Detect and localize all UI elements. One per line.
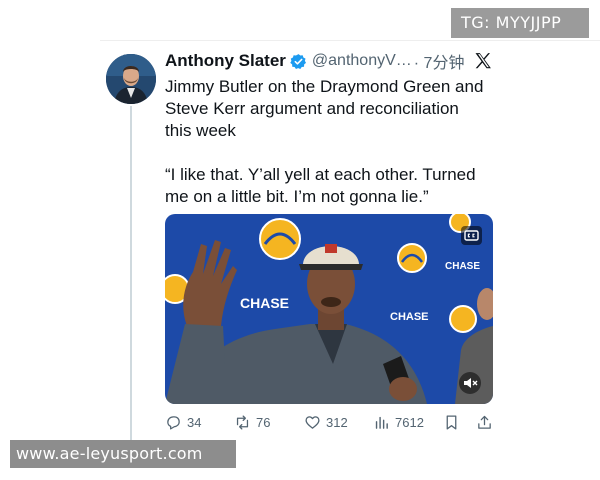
views-count: 7612 <box>395 414 424 430</box>
views-button[interactable]: 7612 <box>373 412 424 432</box>
backdrop-sponsor-text: CHASE <box>390 311 429 323</box>
x-logo-icon[interactable] <box>473 51 493 71</box>
share-button[interactable] <box>476 412 493 432</box>
tweet-header: Anthony Slater @anthonyV… · 7分钟 <box>165 50 464 72</box>
tweet-actions: 34 76 312 7612 <box>165 412 495 432</box>
telegram-watermark: TG: MYYJJPP <box>451 8 589 38</box>
reply-icon <box>167 415 180 430</box>
warriors-logo <box>259 218 301 260</box>
reply-button[interactable]: 34 <box>165 412 201 432</box>
mute-icon[interactable] <box>459 372 481 394</box>
backdrop-sponsor-text: CHASE <box>240 295 289 311</box>
warriors-logo <box>397 243 427 273</box>
avatar-photo <box>106 54 156 104</box>
like-icon <box>305 415 320 429</box>
repost-button[interactable]: 76 <box>234 412 270 432</box>
captions-icon[interactable] <box>461 226 482 245</box>
backdrop-sponsor-text: CHASE <box>445 261 480 272</box>
repost-count: 76 <box>256 414 271 430</box>
captions-icon-glyph <box>464 230 479 241</box>
warriors-logo <box>449 305 477 333</box>
video-frame: CHASE CHASE CHASE <box>165 214 493 404</box>
site-watermark: www.ae-leyusport.com <box>10 440 236 468</box>
reply-count: 34 <box>187 414 202 430</box>
author-name[interactable]: Anthony Slater <box>165 51 286 71</box>
verified-badge-icon <box>290 53 306 69</box>
frame-divider <box>100 40 600 41</box>
author-handle[interactable]: @anthonyV… <box>312 52 412 70</box>
tweet-text: Jimmy Butler on the Draymond Green and S… <box>165 77 484 206</box>
share-icon <box>478 415 491 429</box>
views-icon <box>375 416 388 429</box>
like-count: 312 <box>326 414 348 430</box>
mute-icon-glyph <box>464 378 478 388</box>
tweet-video[interactable]: CHASE CHASE CHASE <box>165 214 493 404</box>
tweet-timestamp[interactable]: · 7分钟 <box>414 49 465 73</box>
repost-icon <box>236 414 249 430</box>
thread-line <box>130 106 132 440</box>
bookmark-button[interactable] <box>443 412 460 432</box>
author-avatar[interactable] <box>106 54 156 104</box>
bookmark-icon <box>446 414 457 430</box>
like-button[interactable]: 312 <box>304 412 348 432</box>
